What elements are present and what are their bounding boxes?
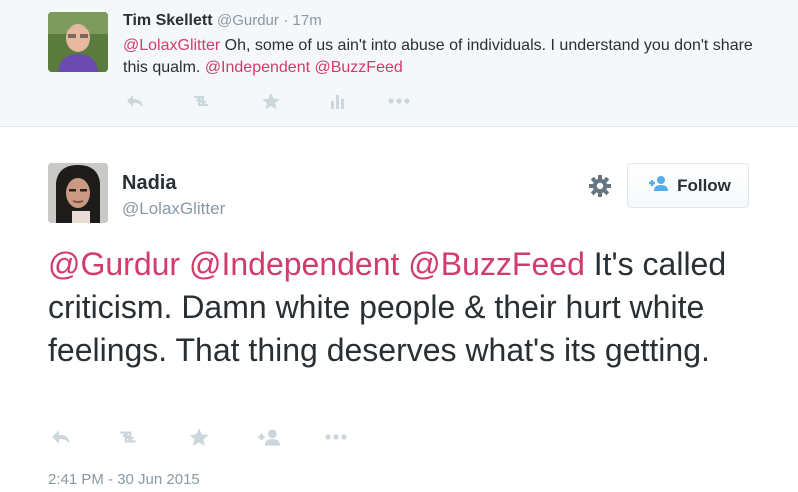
retweet-icon[interactable] xyxy=(188,90,214,112)
follow-user-icon xyxy=(645,175,669,196)
avatar[interactable] xyxy=(48,163,108,223)
mention-link[interactable]: @LolaxGlitter xyxy=(123,37,220,54)
follow-user-icon[interactable] xyxy=(255,425,281,449)
reply-author: Tim Skellett @Gurdur · 17m xyxy=(123,11,322,31)
mention-link[interactable]: @Independent xyxy=(189,246,399,282)
favorite-icon[interactable] xyxy=(258,90,284,112)
follow-button[interactable]: Follow xyxy=(627,163,749,208)
mention-link[interactable]: @Independent xyxy=(205,59,310,76)
tweet-author-handle[interactable]: @LolaxGlitter xyxy=(122,199,225,219)
reply-tweet: Tim Skellett @Gurdur · 17m @LolaxGlitter… xyxy=(0,0,798,127)
tweet-author-name[interactable]: Nadia xyxy=(122,172,176,195)
more-icon[interactable] xyxy=(323,425,349,449)
tweet-text: @Gurdur @Independent @BuzzFeed It's call… xyxy=(48,243,768,372)
favorite-icon[interactable] xyxy=(186,425,212,449)
gear-icon[interactable] xyxy=(585,171,615,201)
reply-author-name[interactable]: Tim Skellett xyxy=(123,12,213,29)
mention-link[interactable]: @BuzzFeed xyxy=(314,59,402,76)
avatar[interactable] xyxy=(48,12,108,72)
mention-link[interactable]: @BuzzFeed xyxy=(408,246,585,282)
reply-author-handle[interactable]: @Gurdur xyxy=(217,12,279,29)
reply-time[interactable]: · 17m xyxy=(283,12,321,29)
reply-icon[interactable] xyxy=(48,425,74,449)
analytics-icon[interactable] xyxy=(324,90,350,112)
mention-link[interactable]: @Gurdur xyxy=(48,246,180,282)
reply-text: @LolaxGlitter Oh, some of us ain't into … xyxy=(123,35,763,79)
tweet-timestamp[interactable]: 2:41 PM - 30 Jun 2015 xyxy=(48,471,200,488)
follow-label: Follow xyxy=(677,175,731,195)
more-icon[interactable] xyxy=(386,90,412,112)
retweet-icon[interactable] xyxy=(115,425,141,449)
reply-icon[interactable] xyxy=(122,90,148,112)
